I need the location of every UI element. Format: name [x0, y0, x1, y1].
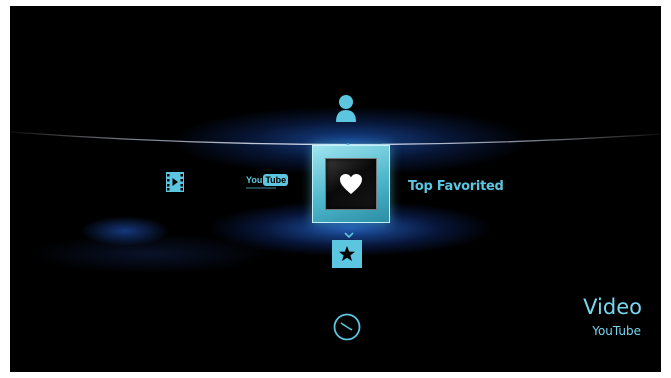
- chevron-down-icon[interactable]: [344, 224, 354, 239]
- selected-item-label[interactable]: Top Favorited: [408, 179, 504, 194]
- heart-icon: [339, 173, 363, 195]
- youtube-logo-tube: Tube: [263, 174, 289, 186]
- user-icon[interactable]: [334, 94, 358, 124]
- history-clock-icon[interactable]: [332, 312, 362, 342]
- youtube-logo-you: You: [246, 175, 263, 185]
- chevron-up-icon[interactable]: [343, 134, 353, 149]
- context-subtitle: YouTube: [592, 324, 641, 338]
- selected-item-frame[interactable]: [312, 145, 390, 223]
- youtube-logo-icon[interactable]: You Tube: [246, 174, 289, 194]
- selected-item-tile: [325, 158, 377, 210]
- context-title: Video: [583, 295, 642, 319]
- media-menu-screen: You Tube Top Favorited Video YouTube: [10, 6, 661, 372]
- star-icon[interactable]: [332, 240, 362, 268]
- youtube-logo-underline: [246, 187, 276, 189]
- film-play-icon[interactable]: [165, 171, 185, 193]
